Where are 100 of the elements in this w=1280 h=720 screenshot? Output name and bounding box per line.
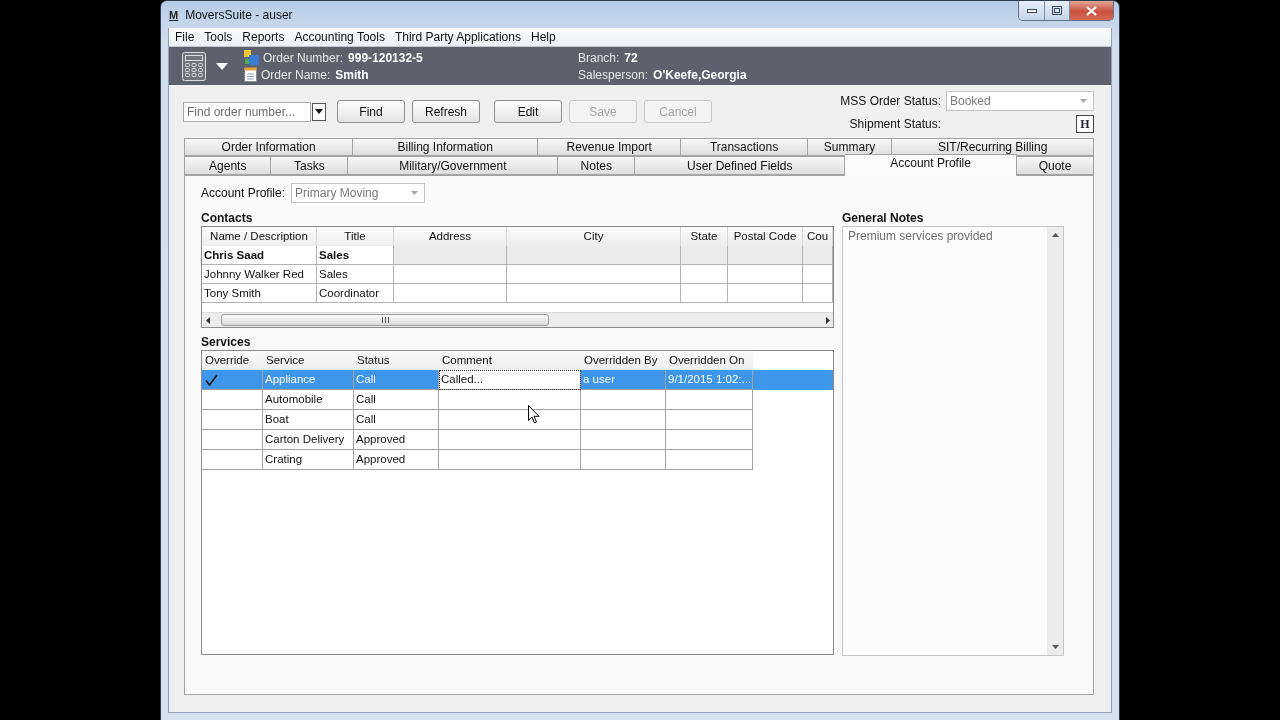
column-header: Comment bbox=[439, 351, 581, 370]
tab[interactable]: User Defined Fields bbox=[635, 156, 846, 175]
table-cell: 9/1/2015 1:02:... bbox=[666, 370, 753, 390]
shipment-status-button[interactable]: H bbox=[1076, 115, 1094, 133]
checkbox-cell[interactable] bbox=[202, 430, 263, 450]
column-header: Postal Code bbox=[728, 227, 803, 246]
table-row[interactable]: Crating Approved bbox=[202, 450, 833, 470]
caret-down-icon bbox=[411, 191, 419, 195]
column-header: Overridden By bbox=[581, 351, 666, 370]
colored-blocks-icon bbox=[244, 50, 259, 65]
menu-item[interactable]: Third Party Applications bbox=[389, 28, 526, 46]
maximize-icon bbox=[1052, 6, 1062, 15]
column-header: Override bbox=[202, 351, 263, 370]
caret-down-icon[interactable] bbox=[216, 62, 228, 70]
notes-field[interactable]: Premium services provided bbox=[842, 226, 1064, 656]
toolbar-button[interactable]: Find bbox=[337, 100, 405, 123]
check-icon bbox=[205, 373, 218, 386]
checkbox-cell[interactable] bbox=[202, 410, 263, 430]
checkbox-cell[interactable] bbox=[202, 450, 263, 470]
table-row[interactable]: Tony Smith Coordinator bbox=[202, 284, 833, 303]
mouse-pointer-icon bbox=[528, 405, 540, 424]
menu-item[interactable]: Tools bbox=[199, 28, 238, 46]
window-title: MoversSuite - auser bbox=[185, 7, 293, 22]
tab[interactable]: Notes bbox=[558, 156, 636, 175]
table-row[interactable]: Chris Saad Sales bbox=[202, 246, 833, 265]
search-field[interactable]: Find order number... bbox=[183, 101, 311, 122]
column-header: City bbox=[507, 227, 681, 246]
column-header: Name / Description bbox=[202, 227, 317, 246]
grip-icon bbox=[381, 317, 389, 323]
section-title: Services bbox=[201, 334, 252, 350]
section-title: Contacts bbox=[201, 210, 254, 226]
tab[interactable]: Quote bbox=[1017, 156, 1094, 175]
order-number-label: Order Number: bbox=[263, 50, 344, 65]
tab[interactable]: Summary bbox=[807, 138, 893, 156]
tab[interactable]: Account Profile bbox=[845, 154, 1018, 176]
column-header: State bbox=[681, 227, 728, 246]
column-header: Address bbox=[394, 227, 507, 246]
toolbar-button[interactable]: Refresh bbox=[412, 100, 480, 123]
scroll-left-icon[interactable] bbox=[206, 316, 210, 324]
tab[interactable]: Military/Government bbox=[348, 156, 559, 175]
scrollbar-thumb[interactable] bbox=[221, 314, 549, 326]
tab[interactable]: SIT/Recurring Billing bbox=[892, 138, 1094, 156]
shipment-status-label: Shipment Status: bbox=[849, 117, 941, 131]
tab[interactable]: Order Information bbox=[184, 138, 354, 156]
table-cell: Johnny Walker Red bbox=[202, 265, 317, 284]
keypad-icon[interactable] bbox=[182, 51, 206, 81]
horizontal-scrollbar[interactable] bbox=[202, 312, 833, 327]
table-cell: Crating bbox=[263, 450, 354, 470]
menu-item[interactable]: Help bbox=[525, 28, 561, 46]
column-header: Overridden On bbox=[666, 351, 753, 370]
minimize-icon bbox=[1026, 8, 1037, 13]
table-row[interactable]: Appliance Call Called... a user 9/1/2015 1:02:... bbox=[202, 370, 833, 390]
table-row[interactable]: Automobile Call bbox=[202, 390, 833, 410]
tab[interactable]: Billing Information bbox=[353, 138, 539, 156]
table-cell: Sales bbox=[317, 265, 394, 284]
order-name-value: Smith bbox=[335, 67, 369, 82]
scroll-right-icon[interactable] bbox=[826, 316, 830, 324]
vertical-scrollbar[interactable] bbox=[1047, 227, 1063, 655]
minimize-button[interactable] bbox=[1019, 1, 1045, 20]
scroll-down-icon[interactable] bbox=[1051, 645, 1059, 649]
account-profile-label: Account Profile: bbox=[201, 186, 286, 200]
table-row[interactable]: Johnny Walker Red Sales bbox=[202, 265, 833, 284]
tab[interactable]: Transactions bbox=[681, 138, 808, 156]
notepad-icon bbox=[244, 67, 257, 82]
tab[interactable]: Revenue Import bbox=[538, 138, 682, 156]
table-cell: Boat bbox=[263, 410, 354, 430]
close-icon bbox=[1086, 5, 1097, 16]
tab[interactable]: Agents bbox=[184, 156, 272, 175]
close-button[interactable] bbox=[1070, 1, 1113, 20]
table-cell: Coordinator bbox=[317, 284, 394, 303]
maximize-button[interactable] bbox=[1045, 1, 1070, 20]
column-header: Title bbox=[317, 227, 394, 246]
table-cell: Call bbox=[354, 390, 439, 410]
checkbox-cell[interactable] bbox=[202, 390, 263, 410]
table-cell: Approved bbox=[354, 450, 439, 470]
tab[interactable]: Tasks bbox=[271, 156, 349, 175]
toolbar-button[interactable]: Edit bbox=[494, 100, 562, 123]
dropdown-button[interactable] bbox=[312, 102, 326, 121]
table-cell: Sales bbox=[317, 246, 394, 265]
scroll-up-icon[interactable] bbox=[1051, 233, 1059, 237]
salesperson-value: O'Keefe,Georgia bbox=[653, 67, 747, 82]
table-cell: Automobile bbox=[263, 390, 354, 410]
table-row[interactable]: Carton Delivery Approved bbox=[202, 430, 833, 450]
menu-item[interactable]: File bbox=[170, 28, 200, 46]
column-header: Cou bbox=[803, 227, 833, 246]
notes-text: Premium services provided bbox=[847, 228, 994, 245]
table-cell: Approved bbox=[354, 430, 439, 450]
order-name-label: Order Name: bbox=[261, 67, 331, 82]
table-cell: Call bbox=[354, 410, 439, 430]
salesperson-label: Salesperson: bbox=[578, 67, 649, 82]
order-status-label: MSS Order Status: bbox=[840, 94, 941, 108]
section-title: General Notes bbox=[842, 210, 925, 226]
table-cell: Tony Smith bbox=[202, 284, 317, 303]
table-cell: Called... bbox=[439, 370, 581, 390]
column-header: Service bbox=[263, 351, 354, 370]
order-number-value: 999-120132-5 bbox=[348, 50, 423, 65]
caret-down-icon bbox=[1080, 99, 1087, 103]
menu-item[interactable]: Reports bbox=[237, 28, 290, 46]
checkbox-cell[interactable] bbox=[202, 370, 263, 390]
menu-item[interactable]: Accounting Tools bbox=[289, 28, 390, 46]
